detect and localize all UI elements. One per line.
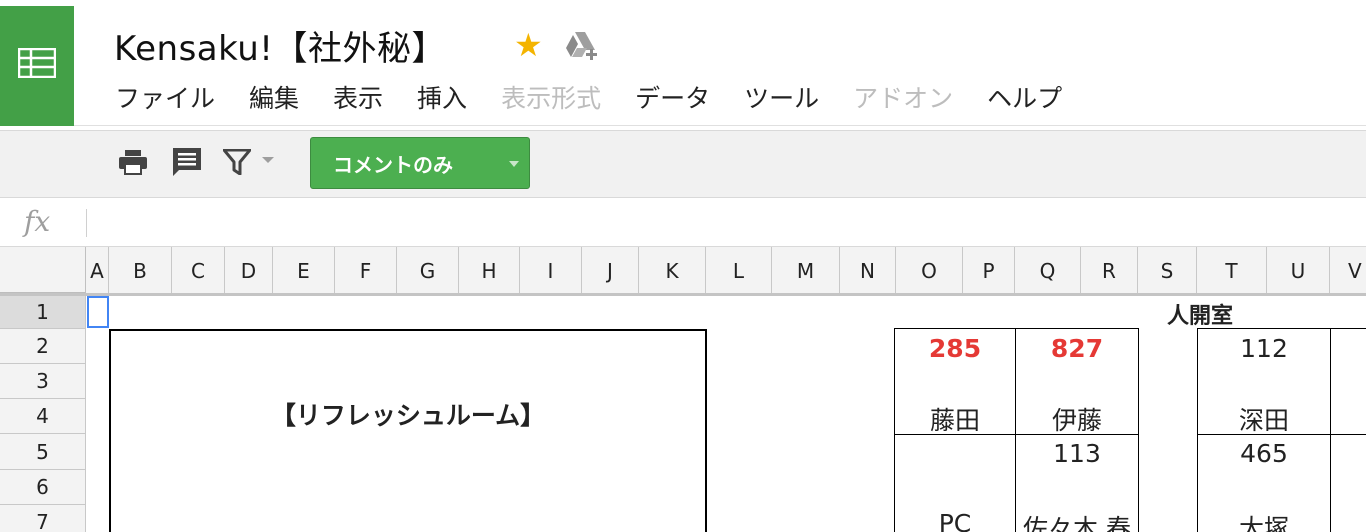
refresh-room-label: 【リフレッシュルーム】 <box>270 401 546 430</box>
column-header-t[interactable]: T <box>1197 247 1267 295</box>
desk-name: PC <box>938 509 972 532</box>
selected-cell-a1[interactable] <box>87 296 109 328</box>
cell-area[interactable]: 人開室 【リフレッシュルーム】 285 藤田 827 伊藤 112 深田 PC … <box>87 296 1366 532</box>
filter-icon[interactable] <box>220 145 254 179</box>
desk-name: 大塚 <box>1238 514 1289 532</box>
column-header-e[interactable]: E <box>273 247 335 295</box>
row-header-2[interactable]: 2 <box>0 329 86 364</box>
column-header-b[interactable]: B <box>109 247 172 295</box>
desk-name: 藤田 <box>929 406 980 435</box>
desk-name: 深田 <box>1238 406 1289 435</box>
column-header-o[interactable]: O <box>896 247 963 295</box>
room-label: 人開室 <box>1167 304 1234 329</box>
filter-dropdown-icon[interactable] <box>262 157 274 163</box>
drive-add-icon[interactable] <box>563 30 599 60</box>
desk-number: 285 <box>928 334 982 363</box>
desk-name: 伊藤 <box>1051 406 1102 435</box>
column-header-g[interactable]: G <box>397 247 459 295</box>
menu-help[interactable]: ヘルプ <box>987 79 1062 115</box>
column-header-m[interactable]: M <box>772 247 840 295</box>
document-title[interactable]: Kensaku!【社外秘】 <box>114 21 446 70</box>
desk-number: 113 <box>1053 439 1101 468</box>
toolbar: コメントのみ <box>0 130 1366 198</box>
comment-only-label: コメントのみ <box>333 152 453 177</box>
fx-icon: fx <box>24 205 51 238</box>
column-header-s[interactable]: S <box>1138 247 1197 295</box>
comment-only-button[interactable]: コメントのみ <box>310 137 530 189</box>
header-divider <box>74 125 1366 126</box>
desk-name: 佐々木 春 <box>1023 514 1131 532</box>
column-header-n[interactable]: N <box>840 247 896 295</box>
row-header-5[interactable]: 5 <box>0 434 86 470</box>
chevron-down-icon <box>509 161 519 167</box>
column-header-l[interactable]: L <box>706 247 772 295</box>
menu-edit[interactable]: 編集 <box>249 79 299 115</box>
row-header-4[interactable]: 4 <box>0 399 86 434</box>
desk-number: 465 <box>1240 439 1288 468</box>
title-row: Kensaku!【社外秘】 ★ <box>114 21 599 70</box>
menu-format: 表示形式 <box>501 84 602 113</box>
menu-view[interactable]: 表示 <box>333 79 383 115</box>
desk-number: 112 <box>1240 334 1288 363</box>
row-header-3[interactable]: 3 <box>0 364 86 399</box>
column-header-a[interactable]: A <box>86 247 109 295</box>
desk-number: 827 <box>1050 334 1104 363</box>
comment-list-icon[interactable] <box>170 145 204 179</box>
column-header-q[interactable]: Q <box>1015 247 1081 295</box>
row-header-1[interactable]: 1 <box>0 296 86 329</box>
column-header-c[interactable]: C <box>172 247 225 295</box>
menu-addons: アドオン <box>853 84 954 113</box>
column-header-u[interactable]: U <box>1267 247 1330 295</box>
desk-extra-top <box>1330 328 1366 435</box>
column-header-v[interactable]: V <box>1330 247 1366 295</box>
column-header-j[interactable]: J <box>582 247 639 295</box>
column-header-h[interactable]: H <box>459 247 520 295</box>
desk-extra-bottom <box>1330 434 1366 532</box>
formula-bar: fx <box>0 199 1366 247</box>
column-header-r[interactable]: R <box>1081 247 1138 295</box>
column-header-i[interactable]: I <box>520 247 582 295</box>
spreadsheet-grid: A B C D E F G H I J K L M N O P Q R S T … <box>0 247 1366 532</box>
formula-input[interactable] <box>104 205 1366 239</box>
column-header-f[interactable]: F <box>335 247 397 295</box>
column-header-k[interactable]: K <box>639 247 706 295</box>
column-header-p[interactable]: P <box>963 247 1015 295</box>
menu-insert[interactable]: 挿入 <box>417 79 467 115</box>
menu-bar: ファイル 編集 表示 挿入 表示形式 データ ツール アドオン ヘルプ <box>115 80 1096 114</box>
row-header-7[interactable]: 7 <box>0 505 86 532</box>
menu-file[interactable]: ファイル <box>115 79 215 115</box>
sheets-grid-icon <box>18 48 56 78</box>
column-header-d[interactable]: D <box>225 247 273 295</box>
select-all-corner[interactable] <box>0 247 86 295</box>
row-header-6[interactable]: 6 <box>0 470 86 505</box>
print-icon[interactable] <box>116 145 150 179</box>
menu-data[interactable]: データ <box>635 79 710 115</box>
sheets-logo[interactable] <box>0 6 74 126</box>
star-icon[interactable]: ★ <box>514 29 543 61</box>
menu-tools[interactable]: ツール <box>744 79 819 115</box>
formula-separator <box>86 209 87 237</box>
